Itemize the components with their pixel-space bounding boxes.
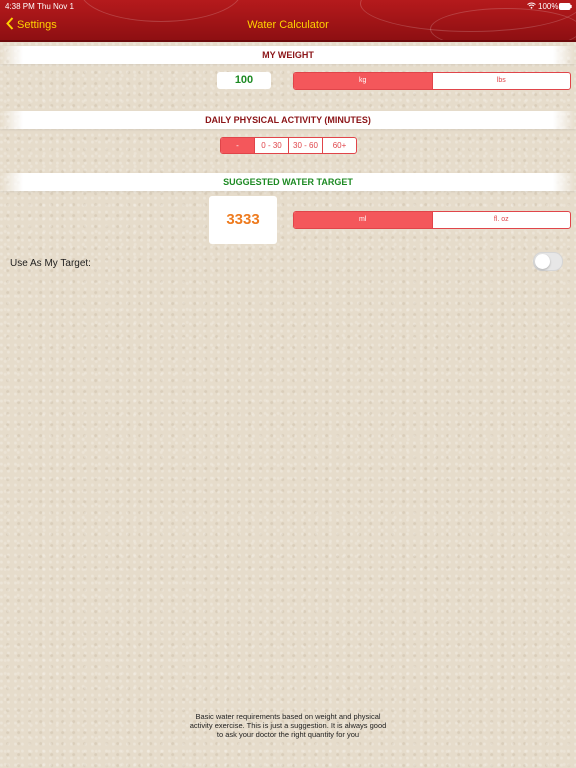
target-unit-fl-oz[interactable]: fl. oz (431, 212, 571, 228)
weight-input[interactable]: 100 (217, 72, 271, 89)
use-as-target-toggle[interactable] (533, 252, 563, 271)
weight-unit-lbs[interactable]: lbs (431, 73, 571, 89)
battery-percent: 100% (538, 2, 559, 11)
weight-unit-control: kg lbs (293, 72, 571, 90)
wifi-icon (527, 2, 536, 11)
target-value: 3333 (209, 196, 277, 244)
activity-option-60-plus[interactable]: 60+ (322, 138, 356, 153)
footnote-text: Basic water requirements based on weight… (189, 712, 387, 739)
weight-section-header: MY WEIGHT (0, 46, 576, 64)
activity-option-30-60[interactable]: 30 - 60 (288, 138, 322, 153)
status-date: Thu Nov 1 (37, 2, 74, 11)
activity-control: - 0 - 30 30 - 60 60+ (220, 137, 357, 154)
activity-option-0-30[interactable]: 0 - 30 (254, 138, 288, 153)
target-unit-control: ml fl. oz (293, 211, 571, 229)
page-title: Water Calculator (247, 19, 329, 31)
activity-option-none[interactable]: - (221, 138, 254, 153)
navigation-bar: 4:38 PM Thu Nov 1 100% Settings Water Ca… (0, 0, 576, 42)
toggle-knob (535, 254, 550, 269)
status-time: 4:38 PM (5, 2, 35, 11)
weight-unit-kg[interactable]: kg (294, 73, 432, 89)
battery-icon (559, 3, 572, 12)
use-as-target-label: Use As My Target: (10, 258, 91, 269)
target-unit-ml[interactable]: ml (294, 212, 432, 228)
target-section-header: SUGGESTED WATER TARGET (0, 173, 576, 191)
activity-section-header: DAILY PHYSICAL ACTIVITY (MINUTES) (0, 111, 576, 129)
